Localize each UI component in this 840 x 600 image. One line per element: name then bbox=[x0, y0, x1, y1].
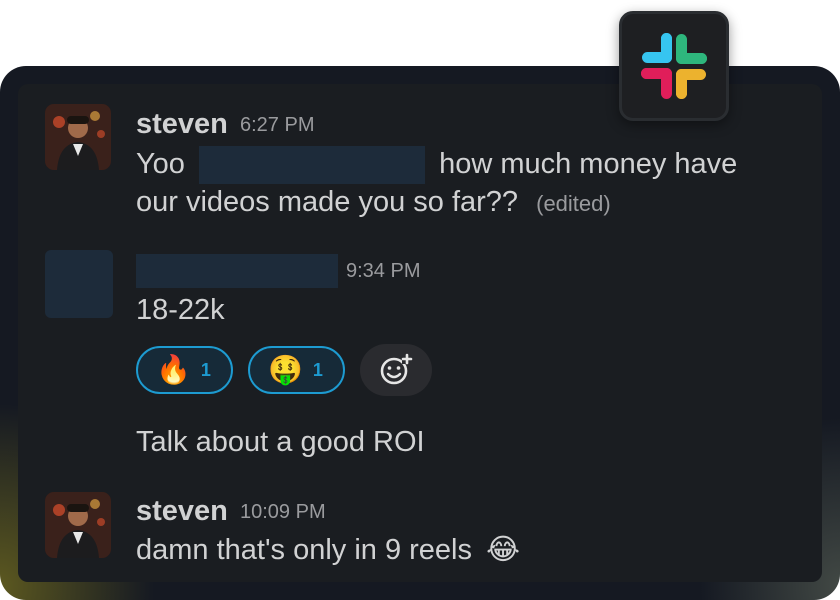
redacted-mention bbox=[199, 146, 425, 185]
author-name-redacted bbox=[136, 254, 338, 288]
money-mouth-emoji: 🤑 bbox=[268, 354, 303, 385]
avatar-redacted bbox=[45, 250, 113, 318]
message-text-end: how much money have bbox=[439, 148, 738, 180]
timestamp[interactable]: 6:27 PM bbox=[240, 114, 314, 137]
message-text-start: Yoo bbox=[136, 148, 185, 180]
edited-label: (edited) bbox=[536, 191, 611, 216]
message-text-continued: our videos made you so far?? bbox=[136, 186, 519, 218]
author-name[interactable]: steven bbox=[136, 495, 228, 528]
message-text-line2: our videos made you so far?? (edited) bbox=[136, 183, 611, 223]
reaction-count: 1 bbox=[200, 359, 211, 380]
author-name[interactable]: steven bbox=[136, 108, 228, 141]
reaction-money-mouth[interactable]: 🤑 1 bbox=[248, 346, 345, 394]
fire-emoji: 🔥 bbox=[156, 354, 191, 385]
timestamp[interactable]: 9:34 PM bbox=[346, 260, 420, 283]
slack-logo-icon bbox=[619, 11, 729, 121]
avatar[interactable] bbox=[45, 492, 111, 558]
reaction-count: 1 bbox=[312, 359, 323, 380]
add-reaction-button[interactable] bbox=[360, 344, 432, 396]
message-list: steven 6:27 PM Yoo how much money have o… bbox=[18, 84, 822, 582]
add-reaction-icon bbox=[380, 353, 413, 385]
avatar[interactable] bbox=[45, 104, 111, 170]
laughing-emoji: 😂 bbox=[486, 534, 520, 566]
message-text: Yoo how much money have bbox=[136, 145, 738, 185]
timestamp[interactable]: 10:09 PM bbox=[240, 501, 326, 524]
message-text-body: damn that's only in 9 reels bbox=[136, 534, 472, 566]
message-text: 18-22k bbox=[136, 294, 225, 326]
message-text: damn that's only in 9 reels 😂 bbox=[136, 531, 520, 569]
message-text: Talk about a good ROI bbox=[136, 426, 425, 458]
reaction-fire[interactable]: 🔥 1 bbox=[136, 346, 233, 394]
